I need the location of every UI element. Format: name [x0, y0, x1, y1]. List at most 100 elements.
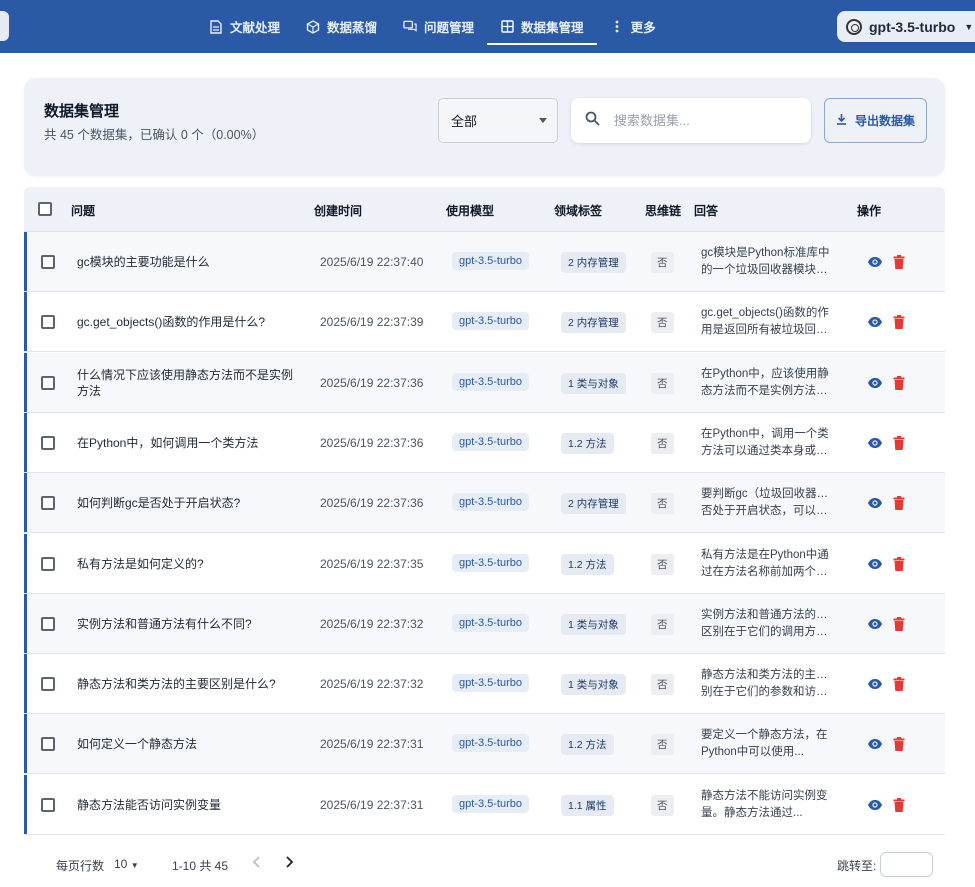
prev-page-button[interactable]	[252, 855, 262, 872]
model-chip: gpt-3.5-turbo	[452, 613, 529, 632]
answer-preview: gc.get_objects()函数的作 用是返回所有被垃圾回收...	[701, 305, 837, 339]
domain-tag-chip: 1.2 方法	[561, 432, 614, 454]
answer-line: 量。静态方法通过...	[701, 806, 803, 819]
openai-logo-icon	[846, 18, 862, 35]
table-row[interactable]: 如何定义一个静态方法 2025/6/19 22:37:31 gpt-3.5-turb…	[24, 714, 945, 775]
domain-tag-chip: 2 内存管理	[561, 312, 626, 334]
view-icon[interactable]	[867, 497, 883, 509]
answer-preview: 在Python中，应该使用静 态方法而不是实例方法的...	[701, 366, 837, 400]
model-chip: gpt-3.5-turbo	[452, 312, 529, 331]
view-icon[interactable]	[867, 618, 883, 630]
cot-chip: 否	[651, 312, 674, 334]
cot-chip: 否	[651, 372, 674, 394]
col-domain-tag: 领域标签	[554, 204, 603, 218]
goto-page-input[interactable]	[880, 852, 933, 877]
delete-icon[interactable]	[893, 556, 905, 571]
answer-line: Python中可以使用...	[701, 746, 804, 759]
question-text: 私有方法是如何定义的?	[77, 556, 204, 571]
view-icon[interactable]	[867, 678, 883, 690]
model-chip: gpt-3.5-turbo	[452, 252, 529, 270]
tab-datasets[interactable]: 数据集管理	[487, 0, 597, 53]
table-row[interactable]: 私有方法是如何定义的? 2025/6/19 22:37:35 gpt-3.5-tur…	[24, 533, 945, 594]
table-row[interactable]: 静态方法和类方法的主要区别是什么? 2025/6/19 22:37:32 gpt-3…	[24, 654, 945, 715]
model-selector[interactable]: gpt-3.5-turbo ▼	[837, 11, 975, 42]
row-checkbox[interactable]	[41, 496, 55, 511]
view-icon[interactable]	[867, 316, 883, 328]
dataset-header-card: 数据集管理 共 45 个数据集，已确认 0 个（0.00%） 全部 导出数据集	[24, 78, 945, 176]
table-row[interactable]: gc.get_objects()函数的作用是什么? 2025/6/19 22:37…	[24, 292, 945, 353]
view-icon[interactable]	[867, 738, 883, 750]
answer-preview: gc模块是Python标准库中 的一个垃圾回收器模块，...	[701, 245, 837, 279]
search-box[interactable]	[571, 98, 811, 143]
row-checkbox[interactable]	[41, 255, 55, 269]
view-icon[interactable]	[867, 558, 883, 570]
delete-icon[interactable]	[893, 797, 905, 812]
question-text: 静态方法和类方法的主要区别是什么?	[77, 677, 276, 692]
question-cell: 在Python中，如何调用一个类方法	[77, 428, 297, 458]
model-chip: gpt-3.5-turbo	[452, 553, 529, 572]
document-icon	[209, 19, 223, 34]
status-filter-select[interactable]: 全部	[438, 98, 558, 143]
delete-icon[interactable]	[893, 616, 905, 631]
pagination: 每页行数 10 ▼ 1-10 共 45 跳转至:	[24, 835, 945, 887]
question-cell: 如何判断gc是否处于开启状态?	[77, 488, 297, 518]
created-time: 2025/6/19 22:37:31	[320, 797, 424, 812]
row-checkbox[interactable]	[41, 797, 55, 812]
table-row[interactable]: gc模块的主要功能是什么 2025/6/19 22:37:40 gpt-3.5-tu…	[24, 232, 945, 292]
col-model: 使用模型	[446, 204, 495, 218]
next-page-button[interactable]	[284, 855, 294, 872]
rows-per-page-value: 10	[114, 857, 128, 871]
table-row[interactable]: 静态方法能否访问实例变量 2025/6/19 22:37:31 gpt-3.5-tu…	[24, 774, 945, 835]
search-input[interactable]	[614, 113, 784, 128]
row-checkbox[interactable]	[41, 375, 55, 390]
table-row[interactable]: 实例方法和普通方法有什么不同? 2025/6/19 22:37:32 gpt-3.5…	[24, 593, 945, 654]
created-time: 2025/6/19 22:37:32	[320, 677, 424, 692]
view-icon[interactable]	[867, 437, 883, 449]
row-checkbox[interactable]	[41, 556, 55, 571]
download-icon	[836, 113, 847, 128]
row-checkbox[interactable]	[41, 435, 55, 450]
tab-literature[interactable]: 文献处理	[196, 0, 293, 53]
model-chip: gpt-3.5-turbo	[452, 794, 529, 813]
question-text: 如何判断gc是否处于开启状态?	[77, 496, 241, 511]
view-icon[interactable]	[867, 799, 883, 811]
answer-preview: 要判断gc（垃圾回收器）是 否处于开启状态，可以使...	[701, 486, 837, 520]
table-row[interactable]: 如何判断gc是否处于开启状态? 2025/6/19 22:37:36 gpt-3.5…	[24, 473, 945, 534]
delete-icon[interactable]	[893, 375, 905, 390]
view-icon[interactable]	[867, 256, 883, 268]
delete-icon[interactable]	[893, 737, 905, 752]
cot-chip: 否	[651, 432, 674, 454]
table-row[interactable]: 在Python中，如何调用一个类方法 2025/6/19 22:37:36 gpt-…	[24, 412, 945, 473]
delete-icon[interactable]	[893, 315, 905, 330]
row-checkbox[interactable]	[41, 315, 55, 330]
nav-tabs: 文献处理 数据蒸馏 问题管理 数据集管理 更多	[196, 0, 669, 53]
tab-questions[interactable]: 问题管理	[390, 0, 487, 53]
row-checkbox[interactable]	[41, 737, 55, 752]
col-actions: 操作	[857, 204, 882, 218]
cot-chip: 否	[651, 794, 674, 816]
delete-icon[interactable]	[893, 496, 905, 511]
table-row[interactable]: 什么情况下应该使用静态方法而不是实例方法 2025/6/19 22:37:36 gp…	[24, 352, 945, 413]
delete-icon[interactable]	[893, 255, 905, 269]
tab-more[interactable]: 更多	[597, 0, 669, 53]
rows-per-page-select[interactable]: 10 ▼	[114, 857, 139, 871]
created-time: 2025/6/19 22:37:36	[320, 496, 424, 511]
caret-down-icon: ▼	[964, 21, 974, 32]
tab-distill[interactable]: 数据蒸馏	[293, 0, 390, 53]
view-icon[interactable]	[867, 377, 883, 389]
created-time: 2025/6/19 22:37:36	[320, 435, 424, 450]
domain-tag-chip: 1.2 方法	[561, 553, 614, 575]
question-text: gc.get_objects()函数的作用是什么?	[77, 315, 266, 330]
delete-icon[interactable]	[893, 435, 905, 450]
row-checkbox[interactable]	[41, 677, 55, 692]
question-cell: 静态方法和类方法的主要区别是什么?	[77, 669, 297, 699]
tab-label: 数据集管理	[521, 21, 584, 35]
domain-tag-chip: 1.1 属性	[561, 794, 614, 816]
export-label: 导出数据集	[854, 114, 915, 128]
logo-area[interactable]	[0, 11, 9, 41]
export-dataset-button[interactable]: 导出数据集	[824, 98, 927, 143]
question-text: 在Python中，如何调用一个类方法	[77, 435, 259, 450]
select-all-checkbox[interactable]	[38, 202, 52, 216]
row-checkbox[interactable]	[41, 616, 55, 631]
delete-icon[interactable]	[893, 677, 905, 692]
